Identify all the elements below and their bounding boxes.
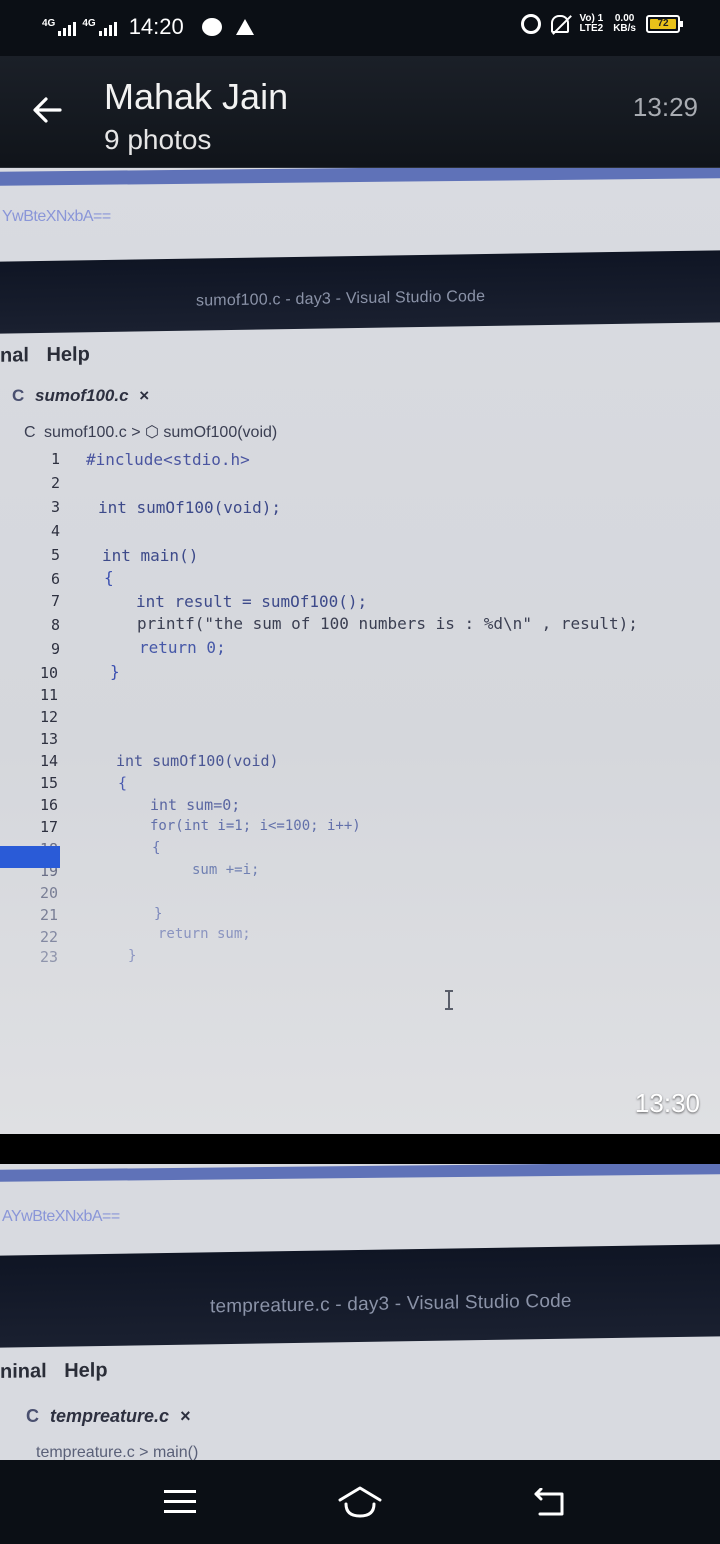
photo-count: 9 photos: [104, 124, 212, 155]
line-number: 15: [39, 774, 58, 792]
line-number: 17: [39, 818, 58, 836]
signal-1-icon: 4G: [42, 18, 77, 36]
line-number: 11: [39, 686, 58, 704]
function-symbol-icon: ⬡: [144, 424, 159, 441]
chat-notification-icon: [201, 18, 222, 36]
line-number: 6: [50, 570, 60, 588]
code-line: int sumOf100(void): [116, 752, 279, 770]
signal-2-icon: 4G: [82, 18, 117, 36]
photo-1[interactable]: YwBteXNxbA== sumof100.c - day3 - Visual …: [0, 168, 720, 1134]
window-titlebar: sumof100.c - day3 - Visual Studio Code: [0, 250, 720, 334]
encoded-strip: AYwBteXNxbA==: [2, 1208, 120, 1225]
alarm-icon: [521, 14, 542, 34]
back-arrow-icon[interactable]: [30, 92, 66, 128]
browser-tab-band: [0, 168, 720, 186]
c-file-icon: C: [24, 424, 36, 441]
menu-help: Help: [46, 343, 90, 367]
line-number: 8: [50, 616, 60, 634]
editor-file-tab: C sumof100.c ×: [12, 386, 149, 406]
battery-icon: 72: [646, 15, 683, 33]
line-number: 9: [50, 640, 60, 658]
network-speed: 0.00 KB/s: [613, 13, 636, 34]
status-time: 14:20: [128, 14, 184, 39]
line-number: 20: [39, 884, 58, 902]
code-line: int sumOf100(void);: [98, 498, 282, 517]
viewer-header: Mahak Jain 9 photos 13:29: [0, 56, 720, 168]
editor-file-tab: C tempreature.c ×: [26, 1406, 191, 1427]
file-tab-label: sumof100.c: [35, 386, 129, 405]
line-number: 16: [39, 796, 58, 814]
code-line: int result = sumOf100();: [136, 592, 368, 611]
recent-apps-icon[interactable]: [164, 1490, 196, 1514]
breadcrumb-file: sumof100.c: [44, 424, 127, 441]
menu-terminal: nal: [0, 344, 29, 367]
menu-bar: ninal Help: [0, 1359, 120, 1384]
code-line: int main(): [102, 546, 199, 565]
code-line: {: [118, 774, 128, 792]
code-line: {: [152, 840, 161, 856]
encoded-strip: YwBteXNxbA==: [2, 208, 111, 225]
code-line: }: [110, 662, 120, 681]
close-tab-icon: ×: [180, 1406, 191, 1426]
status-bar: 4G 4G 14:20 Vo) 1 LTE2 0.00 KB/s 72: [0, 0, 720, 56]
menu-terminal: ninal: [0, 1360, 47, 1383]
browser-tab-band: [0, 1164, 720, 1182]
line-number: 5: [50, 546, 60, 564]
code-line: int sum=0;: [150, 796, 241, 814]
line-number: 21: [39, 906, 58, 924]
line-number: 23: [39, 948, 58, 966]
line-number: 7: [50, 592, 60, 610]
window-title: sumof100.c - day3 - Visual Studio Code: [196, 288, 486, 310]
volte-indicator: Vo) 1 LTE2: [579, 13, 604, 34]
breadcrumb-symbol: sumOf100(void): [163, 424, 278, 441]
file-tab-label: tempreature.c: [50, 1406, 170, 1426]
photo-time: 13:30: [634, 1088, 700, 1118]
line-number: 1: [50, 450, 60, 468]
breadcrumb: tempreature.c > main(): [36, 1444, 199, 1460]
line-number: 12: [39, 708, 58, 726]
mute-icon: [551, 15, 570, 33]
code-line: return sum;: [158, 926, 251, 942]
code-line: return 0;: [139, 638, 226, 657]
warning-icon: [235, 19, 254, 35]
c-file-icon: C: [12, 386, 25, 405]
text-cursor-icon: [445, 990, 453, 1010]
line-number: 4: [50, 522, 60, 540]
code-line: {: [104, 568, 114, 587]
code-line: for(int i=1; i<=100; i++): [150, 818, 361, 834]
line-number: 10: [39, 664, 58, 682]
code-line: }: [154, 906, 163, 922]
line-number: 22: [39, 928, 58, 946]
line-number: 2: [50, 474, 60, 492]
line-number: 3: [50, 498, 60, 516]
line-number: 13: [39, 730, 58, 748]
breadcrumb: C sumof100.c > ⬡ sumOf100(void): [24, 422, 277, 442]
c-file-icon: C: [26, 1406, 39, 1426]
chevron-right-icon: >: [131, 424, 145, 441]
battery-level: 72: [650, 19, 676, 29]
selection-marker: [0, 846, 60, 868]
menu-bar: nal Help: [0, 343, 102, 367]
header-time: 13:29: [632, 92, 698, 122]
menu-help: Help: [64, 1359, 108, 1382]
code-line: sum +=i;: [192, 862, 260, 878]
photo-2[interactable]: AYwBteXNxbA== tempreature.c - day3 - Vis…: [0, 1164, 720, 1460]
code-line: }: [128, 948, 137, 964]
code-line: printf("the sum of 100 numbers is : %d\n…: [137, 614, 638, 633]
line-number: 14: [39, 752, 58, 770]
close-tab-icon: ×: [139, 386, 150, 405]
window-titlebar: tempreature.c - day3 - Visual Studio Cod…: [0, 1244, 720, 1348]
contact-name: Mahak Jain: [104, 76, 289, 117]
back-nav-icon[interactable]: [532, 1488, 566, 1516]
navigation-bar: [0, 1460, 720, 1544]
home-icon[interactable]: [336, 1482, 384, 1520]
code-line: #include<stdio.h>: [86, 450, 250, 469]
window-title: tempreature.c - day3 - Visual Studio Cod…: [210, 1290, 572, 1318]
